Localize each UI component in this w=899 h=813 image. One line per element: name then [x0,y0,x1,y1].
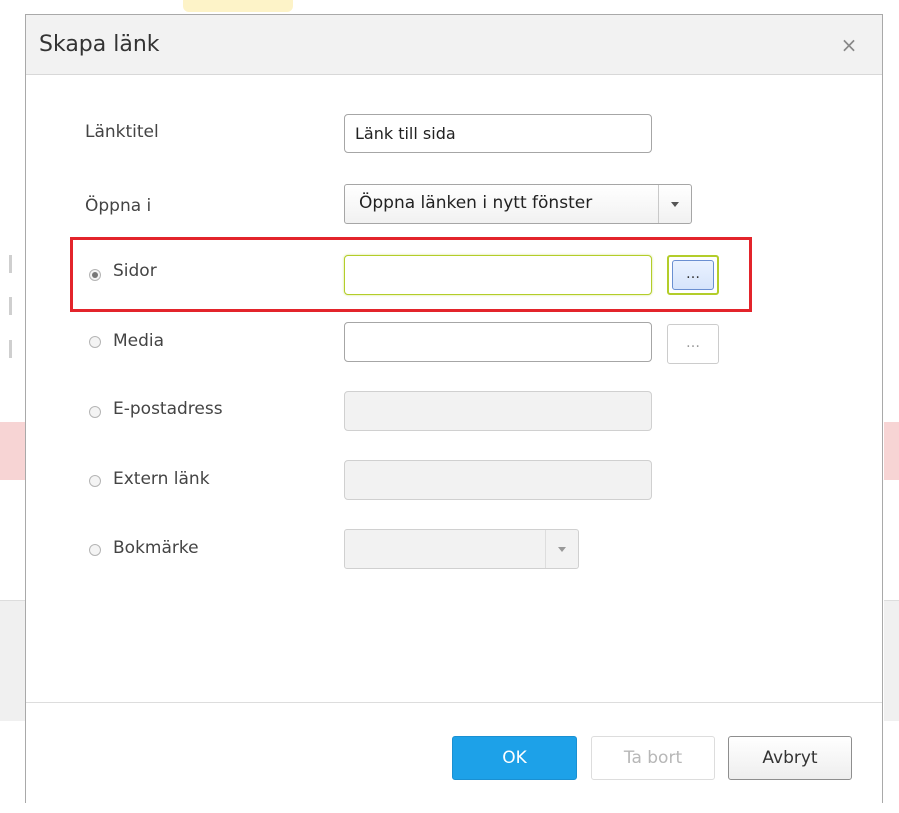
open-in-label: Öppna i [85,196,152,216]
pages-browse-button[interactable]: … [667,255,719,295]
media-input[interactable] [344,322,652,362]
remove-button[interactable]: Ta bort [591,736,715,780]
radio-bookmark[interactable] [89,544,101,556]
ok-button[interactable]: OK [452,736,577,780]
bookmark-select[interactable] [344,529,579,569]
open-in-selected-value: Öppna länken i nytt fönster [359,193,593,213]
radio-external-link[interactable] [89,475,101,487]
background-tab [183,0,293,12]
cancel-button[interactable]: Avbryt [728,736,852,780]
radio-media[interactable] [89,336,101,348]
chevron-down-icon[interactable] [545,530,578,568]
create-link-dialog: Skapa länk × Länktitel Öppna i Öppna län… [25,14,883,803]
bookmark-label: Bokmärke [113,538,199,558]
background-bar [9,297,12,315]
dialog-title: Skapa länk [39,32,160,57]
radio-pages[interactable] [89,269,101,281]
link-title-input[interactable] [344,114,652,153]
media-browse-button[interactable]: … [667,324,719,364]
email-label: E-postadress [113,399,223,419]
background-bar [9,255,12,273]
open-in-select[interactable]: Öppna länken i nytt fönster [344,184,692,224]
media-label: Media [113,331,165,351]
link-title-label: Länktitel [85,122,159,142]
background-alert-right [884,422,899,480]
background-toolbar-right [884,600,899,721]
pages-label: Sidor [113,261,157,281]
email-input[interactable] [344,391,652,431]
background-bar [9,340,12,358]
chevron-down-icon[interactable] [658,185,691,223]
background-toolbar-left [0,600,26,721]
close-icon[interactable]: × [838,34,860,56]
pages-browse-label: … [672,260,714,290]
external-link-label: Extern länk [113,469,210,489]
external-link-input[interactable] [344,460,652,500]
background-alert-left [0,422,26,480]
radio-email[interactable] [89,406,101,418]
dialog-footer: OK Ta bort Avbryt [26,702,882,803]
pages-input[interactable] [344,255,652,295]
dialog-header: Skapa länk × [26,15,882,75]
